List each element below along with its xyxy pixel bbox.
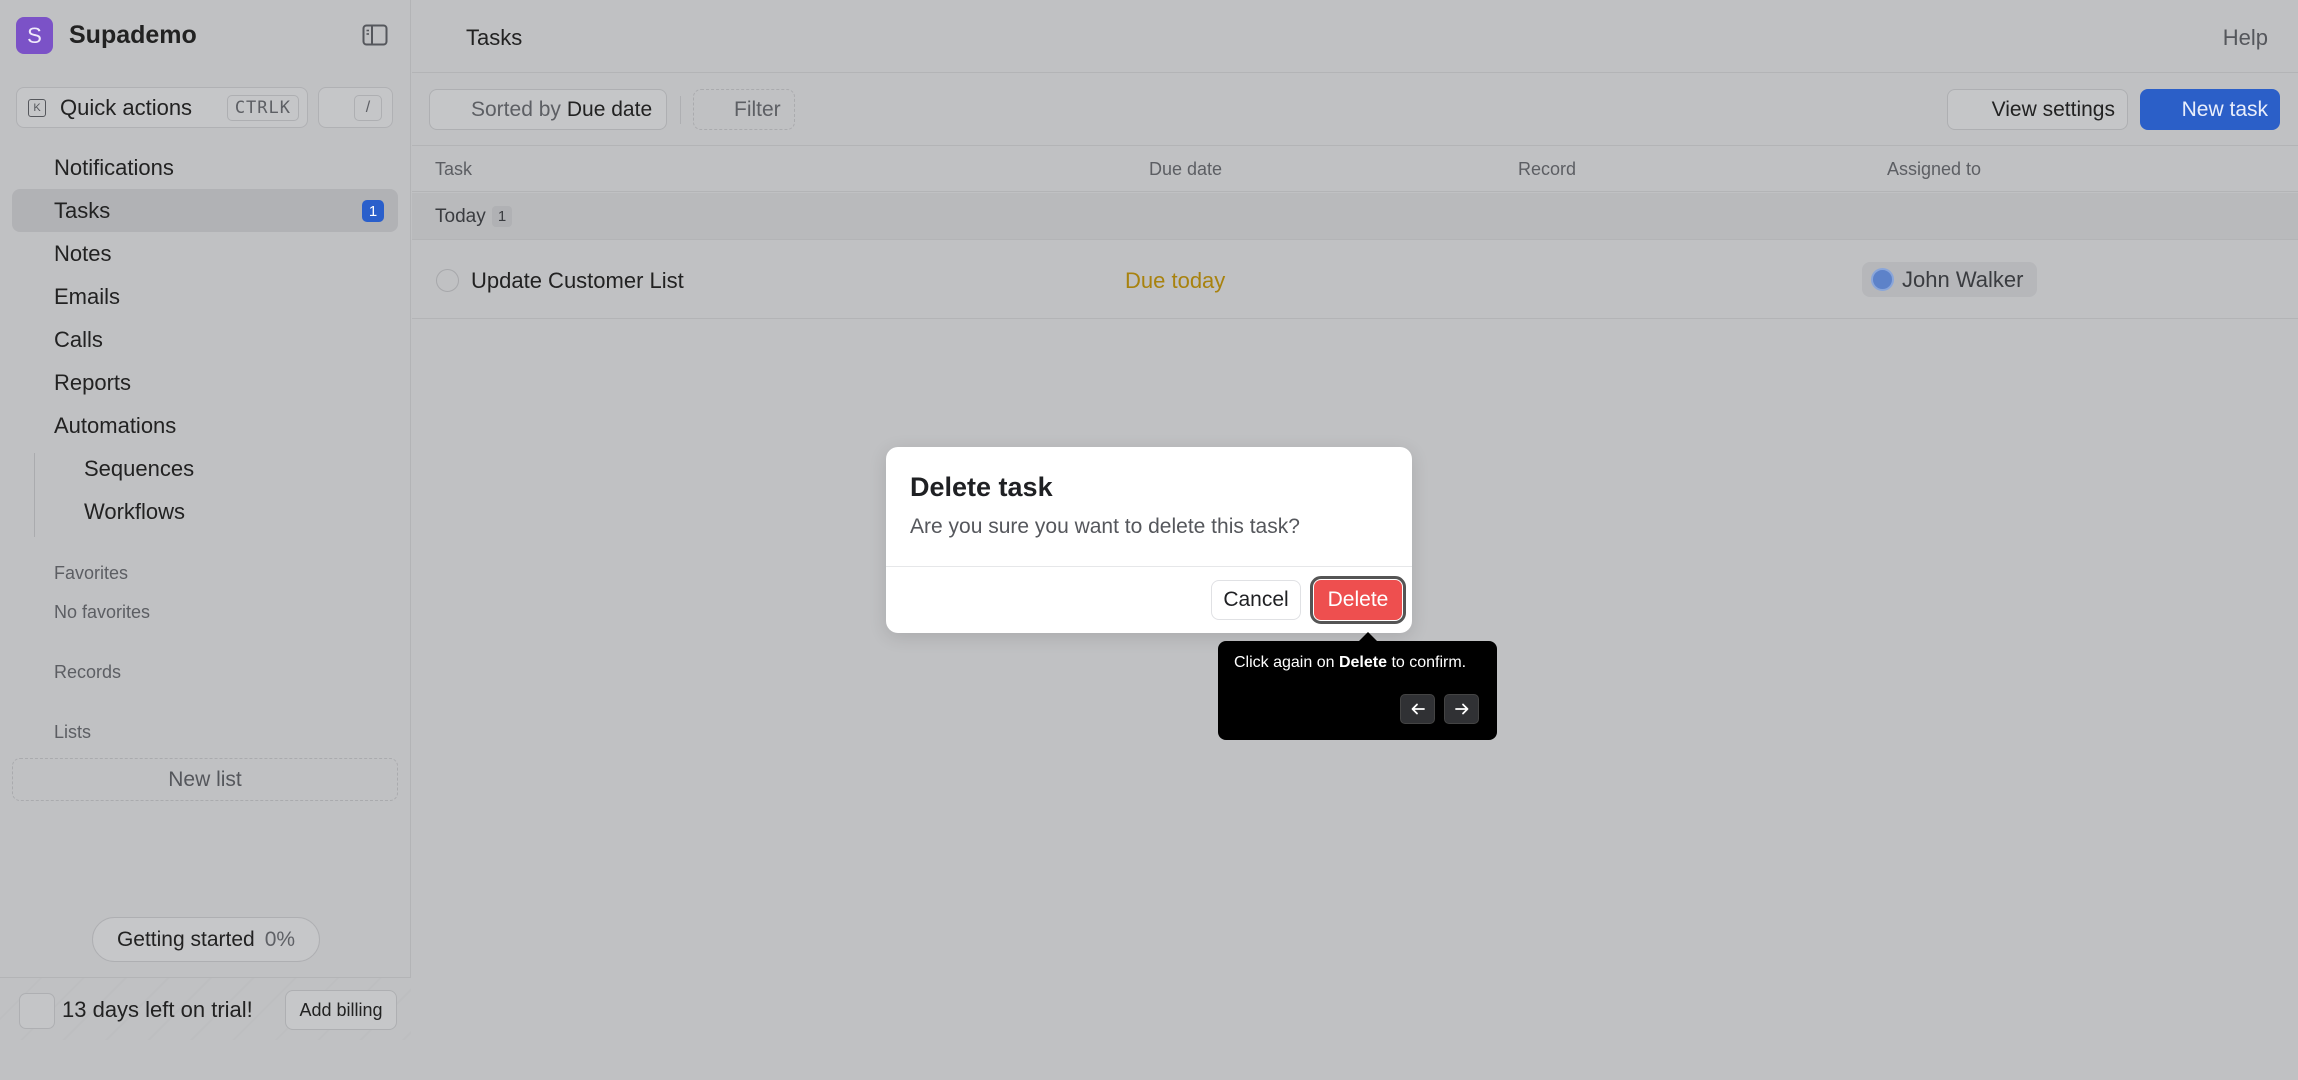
favorites-heading: Favorites	[54, 563, 129, 583]
task-complete-checkbox[interactable]	[436, 269, 459, 292]
sidebar-item-notifications[interactable]: Notifications	[12, 146, 398, 189]
workspace-logo: S	[16, 17, 53, 54]
sidebar-item-label: Notes	[54, 240, 112, 266]
guide-tooltip: Click again on Delete to confirm.	[1218, 632, 1497, 740]
arrow-left-icon[interactable]	[1400, 694, 1435, 724]
automations-tree-line	[34, 453, 35, 537]
column-header-assigned-to[interactable]: Assigned to	[1887, 159, 1981, 180]
sort-value: Due date	[566, 97, 653, 121]
trial-text: 13 days left on trial!	[62, 997, 253, 1022]
add-billing-button[interactable]: Add billing	[285, 990, 397, 1030]
group-count-badge: 1	[492, 206, 512, 227]
sidebar-item-reports[interactable]: Reports	[12, 361, 398, 404]
toolbar: Sorted by Due date Filter View settings …	[412, 74, 2298, 146]
sidebar: S Supademo K Quick actions CTRLK / Notif…	[0, 0, 411, 1040]
delete-button[interactable]: Delete	[1310, 576, 1406, 624]
table-row[interactable]: Update Customer List Due today John Walk…	[412, 241, 2298, 319]
command-icon: K	[28, 98, 46, 117]
dialog-description: Are you sure you want to delete this tas…	[910, 515, 1300, 538]
sidebar-item-sequences[interactable]: Sequences	[12, 447, 398, 490]
new-task-button[interactable]: New task	[2140, 89, 2280, 130]
dialog-title: Delete task	[910, 472, 1053, 502]
records-heading[interactable]: Records	[54, 662, 121, 683]
sidebar-item-label: Notifications	[54, 154, 174, 180]
toolbar-divider	[680, 96, 681, 124]
sidebar-item-label: Tasks	[54, 197, 111, 223]
trial-icon	[19, 993, 55, 1029]
sort-prefix: Sorted by	[471, 97, 561, 121]
task-due-date[interactable]: Due today	[1125, 268, 1225, 294]
tooltip-text-bold: Delete	[1338, 654, 1387, 671]
sidebar-item-workflows[interactable]: Workflows	[12, 490, 398, 533]
new-list-button[interactable]: New list	[12, 758, 398, 801]
task-name[interactable]: Update Customer List	[471, 268, 684, 294]
sidebar-item-label: Automations	[54, 412, 177, 438]
sidebar-item-tasks[interactable]: Tasks 1	[12, 189, 398, 232]
sidebar-item-label: Sequences	[84, 455, 195, 481]
getting-started-label: Getting started	[116, 927, 255, 951]
lists-heading: Lists	[54, 722, 92, 742]
sidebar-item-label: Emails	[54, 283, 121, 309]
delete-task-dialog: Delete task Are you sure you want to del…	[886, 447, 1412, 633]
getting-started-button[interactable]: Getting started 0%	[92, 917, 320, 962]
main-nav: Notifications Tasks 1 Notes Emails Calls …	[12, 146, 398, 533]
sidebar-item-label: Workflows	[84, 498, 186, 524]
sidebar-item-label: Reports	[54, 369, 132, 395]
workspace-switcher[interactable]: S Supademo	[16, 17, 197, 54]
group-header-today[interactable]: Today 1	[412, 193, 2298, 240]
assignee-chip[interactable]: John Walker	[1862, 262, 2038, 297]
slash-key: /	[354, 95, 382, 121]
quick-actions-label: Quick actions	[60, 94, 193, 120]
sidebar-item-automations[interactable]: Automations	[12, 404, 398, 447]
assignee-name: John Walker	[1902, 266, 2024, 292]
sidebar-item-label: Calls	[54, 326, 103, 352]
avatar	[1871, 268, 1894, 291]
trial-banner: 13 days left on trial! Add billing	[0, 977, 411, 1040]
workspace-name: Supademo	[69, 21, 197, 49]
view-settings-button[interactable]: View settings	[1947, 89, 2128, 130]
table-header: Task Due date Record Assigned to	[412, 147, 2298, 192]
slash-command-button[interactable]: /	[318, 87, 393, 128]
dialog-divider	[886, 566, 1412, 567]
column-header-record[interactable]: Record	[1518, 159, 1576, 180]
sidebar-item-notes[interactable]: Notes	[12, 232, 398, 275]
column-header-task[interactable]: Task	[435, 159, 472, 180]
page-title: Tasks	[466, 25, 523, 50]
page-header: Tasks Help	[412, 0, 2298, 73]
filter-button[interactable]: Filter	[693, 89, 795, 130]
sidebar-item-emails[interactable]: Emails	[12, 275, 398, 318]
tooltip-text: Click again on Delete to confirm.	[1234, 654, 1466, 672]
sort-button[interactable]: Sorted by Due date	[429, 89, 667, 130]
sidebar-toggle-icon[interactable]	[362, 24, 388, 46]
quick-actions-button[interactable]: K Quick actions CTRLK	[16, 87, 308, 128]
favorites-empty-text: No favorites	[54, 602, 151, 622]
getting-started-progress: 0%	[264, 927, 296, 951]
tooltip-text-after: to confirm.	[1391, 654, 1467, 671]
tooltip-text-before: Click again on	[1234, 654, 1335, 671]
tooltip-arrow	[1358, 632, 1378, 642]
cancel-button[interactable]: Cancel	[1211, 580, 1301, 620]
quick-actions-shortcut: CTRLK	[226, 95, 299, 121]
tasks-count-badge: 1	[362, 200, 384, 222]
help-link[interactable]: Help	[2223, 25, 2268, 51]
column-header-due-date[interactable]: Due date	[1149, 159, 1222, 180]
sidebar-item-calls[interactable]: Calls	[12, 318, 398, 361]
arrow-right-icon[interactable]	[1444, 694, 1479, 724]
group-label: Today	[435, 206, 486, 227]
